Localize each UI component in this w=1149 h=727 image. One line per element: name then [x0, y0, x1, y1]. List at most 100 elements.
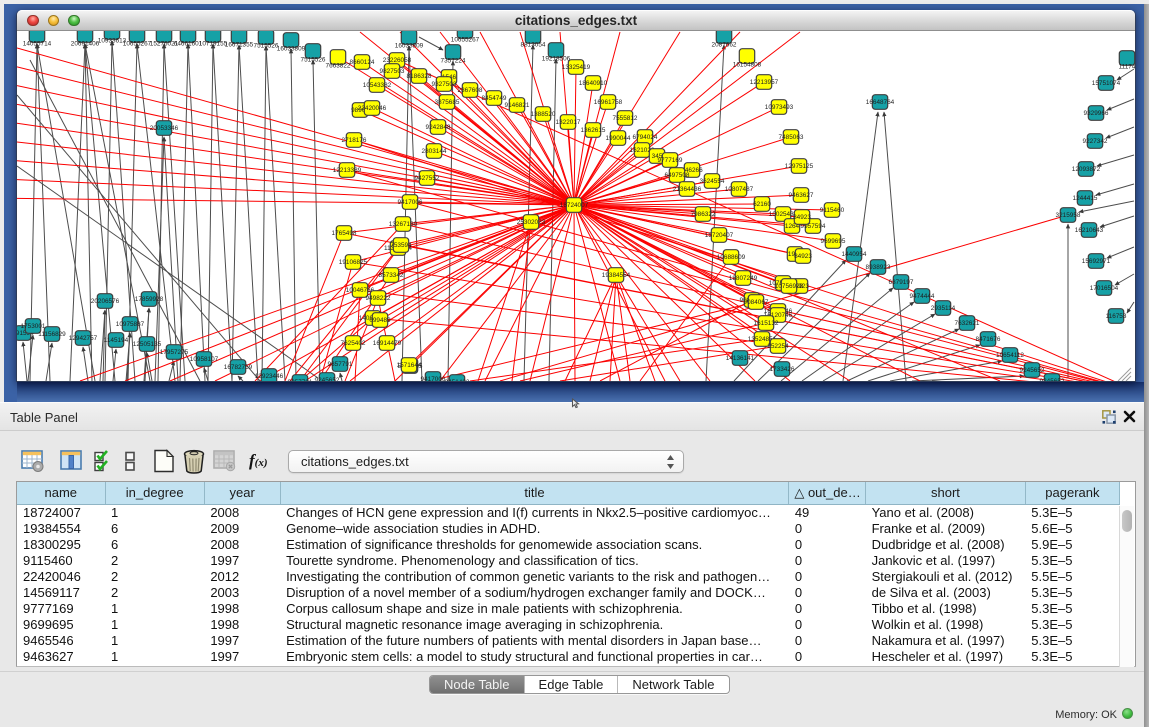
svg-text:1615132: 1615132 [754, 320, 779, 327]
svg-text:11156829: 11156829 [38, 331, 66, 338]
svg-text:099489: 099489 [369, 317, 391, 324]
svg-text:9227342: 9227342 [1083, 138, 1108, 145]
svg-text:10958107: 10958107 [190, 356, 219, 363]
svg-text:8813054: 8813054 [521, 42, 546, 49]
svg-text:10756928: 10756928 [775, 283, 804, 290]
svg-text:18807249: 18807249 [729, 275, 758, 282]
svg-text:20206576: 20206576 [91, 298, 120, 305]
svg-text:15692971: 15692971 [1082, 258, 1111, 265]
svg-text:1990044: 1990044 [606, 135, 631, 142]
svg-text:16914479: 16914479 [373, 340, 402, 347]
svg-text:3624554: 3624554 [700, 178, 725, 185]
svg-text:84923: 84923 [793, 214, 811, 221]
svg-text:9498222: 9498222 [366, 295, 391, 302]
svg-text:10719155: 10719155 [199, 41, 228, 48]
svg-text:9699695: 9699695 [821, 238, 846, 245]
svg-text:7515526: 7515526 [301, 57, 326, 64]
svg-text:6497508: 6497508 [665, 172, 690, 179]
svg-text:1244415: 1244415 [1073, 195, 1098, 202]
svg-text:17016504: 17016504 [1090, 285, 1119, 292]
svg-text:10654112: 10654112 [996, 352, 1024, 359]
svg-text:753594: 753594 [390, 242, 412, 249]
svg-text:10655267: 10655267 [123, 41, 152, 48]
svg-text:19218506: 19218506 [542, 56, 571, 63]
svg-text:8938923: 8938923 [866, 264, 891, 271]
svg-text:25302023: 25302023 [517, 219, 546, 226]
svg-text:17859928: 17859928 [135, 296, 164, 303]
svg-text:7663822: 7663822 [326, 63, 351, 70]
svg-text:1571644: 1571644 [397, 362, 422, 369]
svg-text:2803144: 2803144 [422, 148, 447, 155]
svg-text:2718176: 2718176 [342, 137, 367, 144]
svg-text:8573342: 8573342 [379, 272, 404, 279]
svg-text:9242848: 9242848 [426, 124, 451, 131]
svg-text:12923446: 12923446 [255, 373, 284, 380]
svg-text:7986322: 7986322 [691, 211, 716, 218]
svg-text:9245652: 9245652 [1040, 378, 1065, 381]
svg-text:8660124: 8660124 [350, 59, 375, 66]
svg-text:18640910: 18640910 [579, 80, 608, 87]
svg-text:14055714: 14055714 [23, 41, 52, 48]
svg-text:20691406: 20691406 [71, 41, 100, 48]
svg-text:10688609: 10688609 [717, 254, 746, 261]
svg-text:1753001: 1753001 [21, 323, 46, 330]
svg-text:7515526: 7515526 [254, 43, 279, 50]
svg-text:15720407: 15720407 [705, 232, 734, 239]
svg-text:1145194: 1145194 [104, 337, 129, 344]
svg-text:1765498: 1765498 [332, 230, 357, 237]
svg-text:12505135: 12505135 [133, 341, 162, 348]
svg-text:9827503: 9827503 [380, 68, 405, 75]
svg-text:7625402: 7625402 [341, 340, 366, 347]
svg-text:62160: 62160 [753, 201, 771, 208]
svg-text:12213957: 12213957 [750, 79, 779, 86]
svg-text:8471676: 8471676 [976, 336, 1001, 343]
svg-text:17957275: 17957275 [160, 349, 189, 356]
svg-text:9474444: 9474444 [910, 293, 935, 300]
svg-text:9329966: 9329966 [1084, 110, 1109, 117]
svg-text:10543382: 10543382 [363, 82, 392, 89]
svg-text:15751074: 15751074 [1092, 80, 1121, 87]
svg-text:14136141: 14136141 [726, 355, 755, 362]
svg-text:252254: 252254 [767, 343, 789, 350]
svg-text:1322017: 1322017 [556, 119, 581, 126]
svg-text:16033809: 16033809 [277, 46, 306, 53]
svg-text:9245652: 9245652 [315, 377, 340, 381]
svg-text:19106825: 19106825 [339, 259, 368, 266]
svg-text:9451402: 9451402 [445, 379, 470, 381]
svg-text:12093872: 12093872 [1072, 166, 1101, 173]
svg-text:3215958: 3215958 [1056, 212, 1081, 219]
svg-text:8186328: 8186328 [407, 73, 432, 80]
svg-text:7632621: 7632621 [955, 320, 980, 327]
svg-text:9327503: 9327503 [432, 81, 457, 88]
svg-text:21364436: 21364436 [673, 186, 702, 193]
svg-text:10975887: 10975887 [116, 321, 145, 328]
svg-text:9146821: 9146821 [505, 102, 530, 109]
svg-text:16154808: 16154808 [733, 62, 762, 69]
svg-text:1440954: 1440954 [842, 251, 867, 258]
svg-text:3875685: 3875685 [435, 99, 460, 106]
svg-text:6379197: 6379197 [889, 279, 914, 286]
svg-text:11174: 11174 [1119, 64, 1135, 71]
svg-text:19384554: 19384554 [602, 272, 631, 279]
svg-text:16782759: 16782759 [224, 364, 253, 371]
svg-text:16210643: 16210643 [1075, 227, 1104, 234]
svg-text:1388520: 1388520 [531, 111, 556, 118]
svg-text:84923: 84923 [794, 253, 812, 260]
svg-text:9857791: 9857791 [328, 361, 353, 368]
svg-text:16033809: 16033809 [395, 43, 424, 50]
svg-text:12975125: 12975125 [785, 163, 814, 170]
svg-text:16648764: 16648764 [866, 99, 895, 106]
svg-text:2935114: 2935114 [931, 305, 956, 312]
svg-text:1362615: 1362615 [581, 127, 606, 134]
svg-text:7485063: 7485063 [779, 134, 804, 141]
svg-text:12942757: 12942757 [69, 335, 98, 342]
svg-text:10655267: 10655267 [451, 37, 480, 44]
svg-text:1733426: 1733426 [770, 366, 795, 373]
svg-text:2087662: 2087662 [712, 42, 737, 49]
svg-text:13267130: 13267130 [389, 221, 418, 228]
svg-text:9417006: 9417006 [421, 376, 446, 381]
svg-text:12213389: 12213389 [333, 167, 362, 174]
svg-text:7555812: 7555812 [613, 115, 638, 122]
svg-text:9427552: 9427552 [415, 175, 440, 182]
svg-text:9084067: 9084067 [744, 299, 769, 306]
